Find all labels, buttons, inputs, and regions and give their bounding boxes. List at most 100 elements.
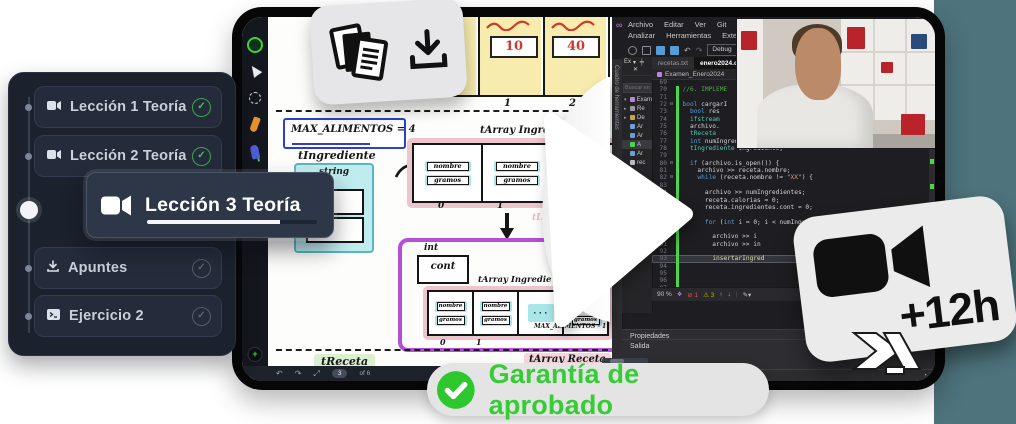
field-chip: gramos <box>494 175 540 186</box>
error-count[interactable]: ⊘ 1 <box>687 291 698 299</box>
page-number[interactable]: 3 <box>332 369 348 378</box>
add-icon[interactable]: + <box>248 347 263 362</box>
explorer-item-label: Ar <box>637 151 643 157</box>
code-text <box>679 270 683 277</box>
sidebar-item-label: Lección 1 Teoría <box>70 99 192 115</box>
sidebar-item-label: Ejercicio 2 <box>69 308 192 324</box>
line-number: 74 <box>652 116 670 123</box>
shelf-book <box>847 27 865 49</box>
field-chip: nombre <box>435 301 467 312</box>
crayon-icon[interactable] <box>250 144 261 159</box>
line-number: 90 <box>652 233 670 240</box>
menu-item-archivo[interactable]: Archivo <box>628 20 653 29</box>
explorer-item[interactable]: ▾Exam <box>622 95 652 104</box>
status-check-icon: ✓ <box>192 147 211 166</box>
code-text: tReceta <box>679 130 717 137</box>
redo-icon[interactable]: ↷ <box>696 46 703 55</box>
code-text <box>679 211 683 218</box>
save-all-icon[interactable] <box>670 46 679 55</box>
guarantee-label: Garantía de aprobado <box>489 359 769 421</box>
explorer-item-label: A <box>637 142 641 148</box>
next-issue-icon[interactable]: ↓ <box>728 291 731 298</box>
line-number: 80 <box>652 160 670 167</box>
code-text: archivo >> receta.nombre; <box>679 167 791 174</box>
panel-controls[interactable]: ▾ ╪ ✕ <box>633 59 650 73</box>
redo-icon[interactable]: ↷ <box>295 369 302 378</box>
explorer-item[interactable]: ▸Re <box>622 104 652 113</box>
feedback-icon[interactable]: ❖ <box>677 291 682 298</box>
debug-config-dropdown[interactable]: Debug <box>707 44 736 56</box>
explorer-item[interactable]: ▸De <box>622 113 652 122</box>
code-text: archivo >> numIngredientes; <box>679 189 806 196</box>
navigate-back-icon[interactable] <box>628 46 637 55</box>
timeline-dot <box>25 153 32 160</box>
explorer-item[interactable]: Ar <box>622 131 652 140</box>
down-arrow-icon <box>498 213 516 241</box>
shelf-line <box>873 19 875 120</box>
explorer-item[interactable]: Ar <box>622 149 652 158</box>
prev-issue-icon[interactable]: ↑ <box>719 291 722 298</box>
save-icon[interactable] <box>656 46 665 55</box>
code-text <box>679 182 683 189</box>
zoom-level[interactable]: 90 % <box>657 291 672 298</box>
sidebar-item-label: Apuntes <box>68 260 192 276</box>
menu-item-analizar[interactable]: Analizar <box>628 31 655 40</box>
lasso-icon[interactable] <box>249 92 261 104</box>
code-text <box>679 226 683 233</box>
new-file-icon[interactable] <box>642 46 651 55</box>
record-icon[interactable] <box>247 37 263 53</box>
active-lesson-card[interactable]: Lección 3 Teoría <box>86 172 334 238</box>
highlighter-icon[interactable] <box>249 116 261 132</box>
edit-icon[interactable]: ✎▾ <box>743 291 752 299</box>
tab-recetas-txt[interactable]: recetas.txt <box>652 57 694 69</box>
shelf-line <box>905 19 907 120</box>
underline <box>292 143 370 145</box>
lesson-progress-bar <box>147 220 317 225</box>
resize-arrow-icon[interactable]: ⤢ <box>313 369 319 379</box>
explorer-item[interactable]: Ar <box>622 122 652 131</box>
terminal-icon <box>47 307 60 325</box>
file-icon <box>630 160 635 165</box>
code-text: //6. IMPLEME <box>679 86 728 93</box>
timeline-dot <box>25 265 32 272</box>
menu-item-herramientas[interactable]: Herramientas <box>666 31 711 40</box>
explorer-search-input[interactable] <box>623 83 653 93</box>
explorer-item[interactable]: A <box>622 140 652 149</box>
explorer-item-label: De <box>637 115 645 121</box>
line-number: 87 <box>652 211 670 218</box>
cursor-icon[interactable] <box>248 63 263 78</box>
stage: + 10 40 1 2 <box>0 0 1016 424</box>
warning-count[interactable]: ⚠ 3 <box>703 291 714 299</box>
constant-text: MAX_ALIMENTOS = 4 <box>285 120 404 135</box>
red-scribble <box>484 19 538 31</box>
field-name: cont <box>419 261 467 272</box>
explorer-header: Ex ▾ ╪ ✕ <box>622 57 652 76</box>
array-index: 0 <box>438 201 444 211</box>
shelf-book <box>741 31 757 50</box>
file-icon <box>630 142 635 147</box>
sidebar-item-ejercicio-2[interactable]: Ejercicio 2✓ <box>34 295 222 337</box>
tree-arrow-icon: ▸ <box>624 106 628 112</box>
sidebar-item-apuntes[interactable]: Apuntes✓ <box>34 247 222 289</box>
person-head <box>795 28 841 100</box>
code-text: while (receta.nombre != "XX") { <box>679 174 813 181</box>
file-icon <box>630 124 635 129</box>
undo-icon[interactable]: ↶ <box>684 46 691 55</box>
explorer-tree: ▾Exam▸Re▸DeArArAArrec <box>622 95 652 167</box>
code-line: 80⊟ if (archivo.is_open()) { <box>652 160 929 167</box>
menu-item-editar[interactable]: Editar <box>664 20 684 29</box>
shelf-line <box>841 51 935 53</box>
explorer-item[interactable]: rec <box>622 158 652 167</box>
active-lesson-label: Lección 3 Teoría <box>145 194 301 217</box>
field-label: gramos <box>437 316 465 325</box>
menu-item-git[interactable]: Git <box>717 20 727 29</box>
field-chip: nombre <box>494 161 540 172</box>
table-index: 1 <box>504 98 511 109</box>
code-text <box>679 248 683 255</box>
code-text: receta.calorias = 0; <box>679 197 780 204</box>
undo-icon[interactable]: ↶ <box>276 369 283 378</box>
sidebar-item-lecci-n-1-teor-a[interactable]: Lección 1 Teoría✓ <box>34 86 222 128</box>
table-line <box>452 95 610 97</box>
menu-item-ver[interactable]: Ver <box>695 20 706 29</box>
sidebar-item-lecci-n-2-teor-a[interactable]: Lección 2 Teoría✓ <box>34 135 222 177</box>
